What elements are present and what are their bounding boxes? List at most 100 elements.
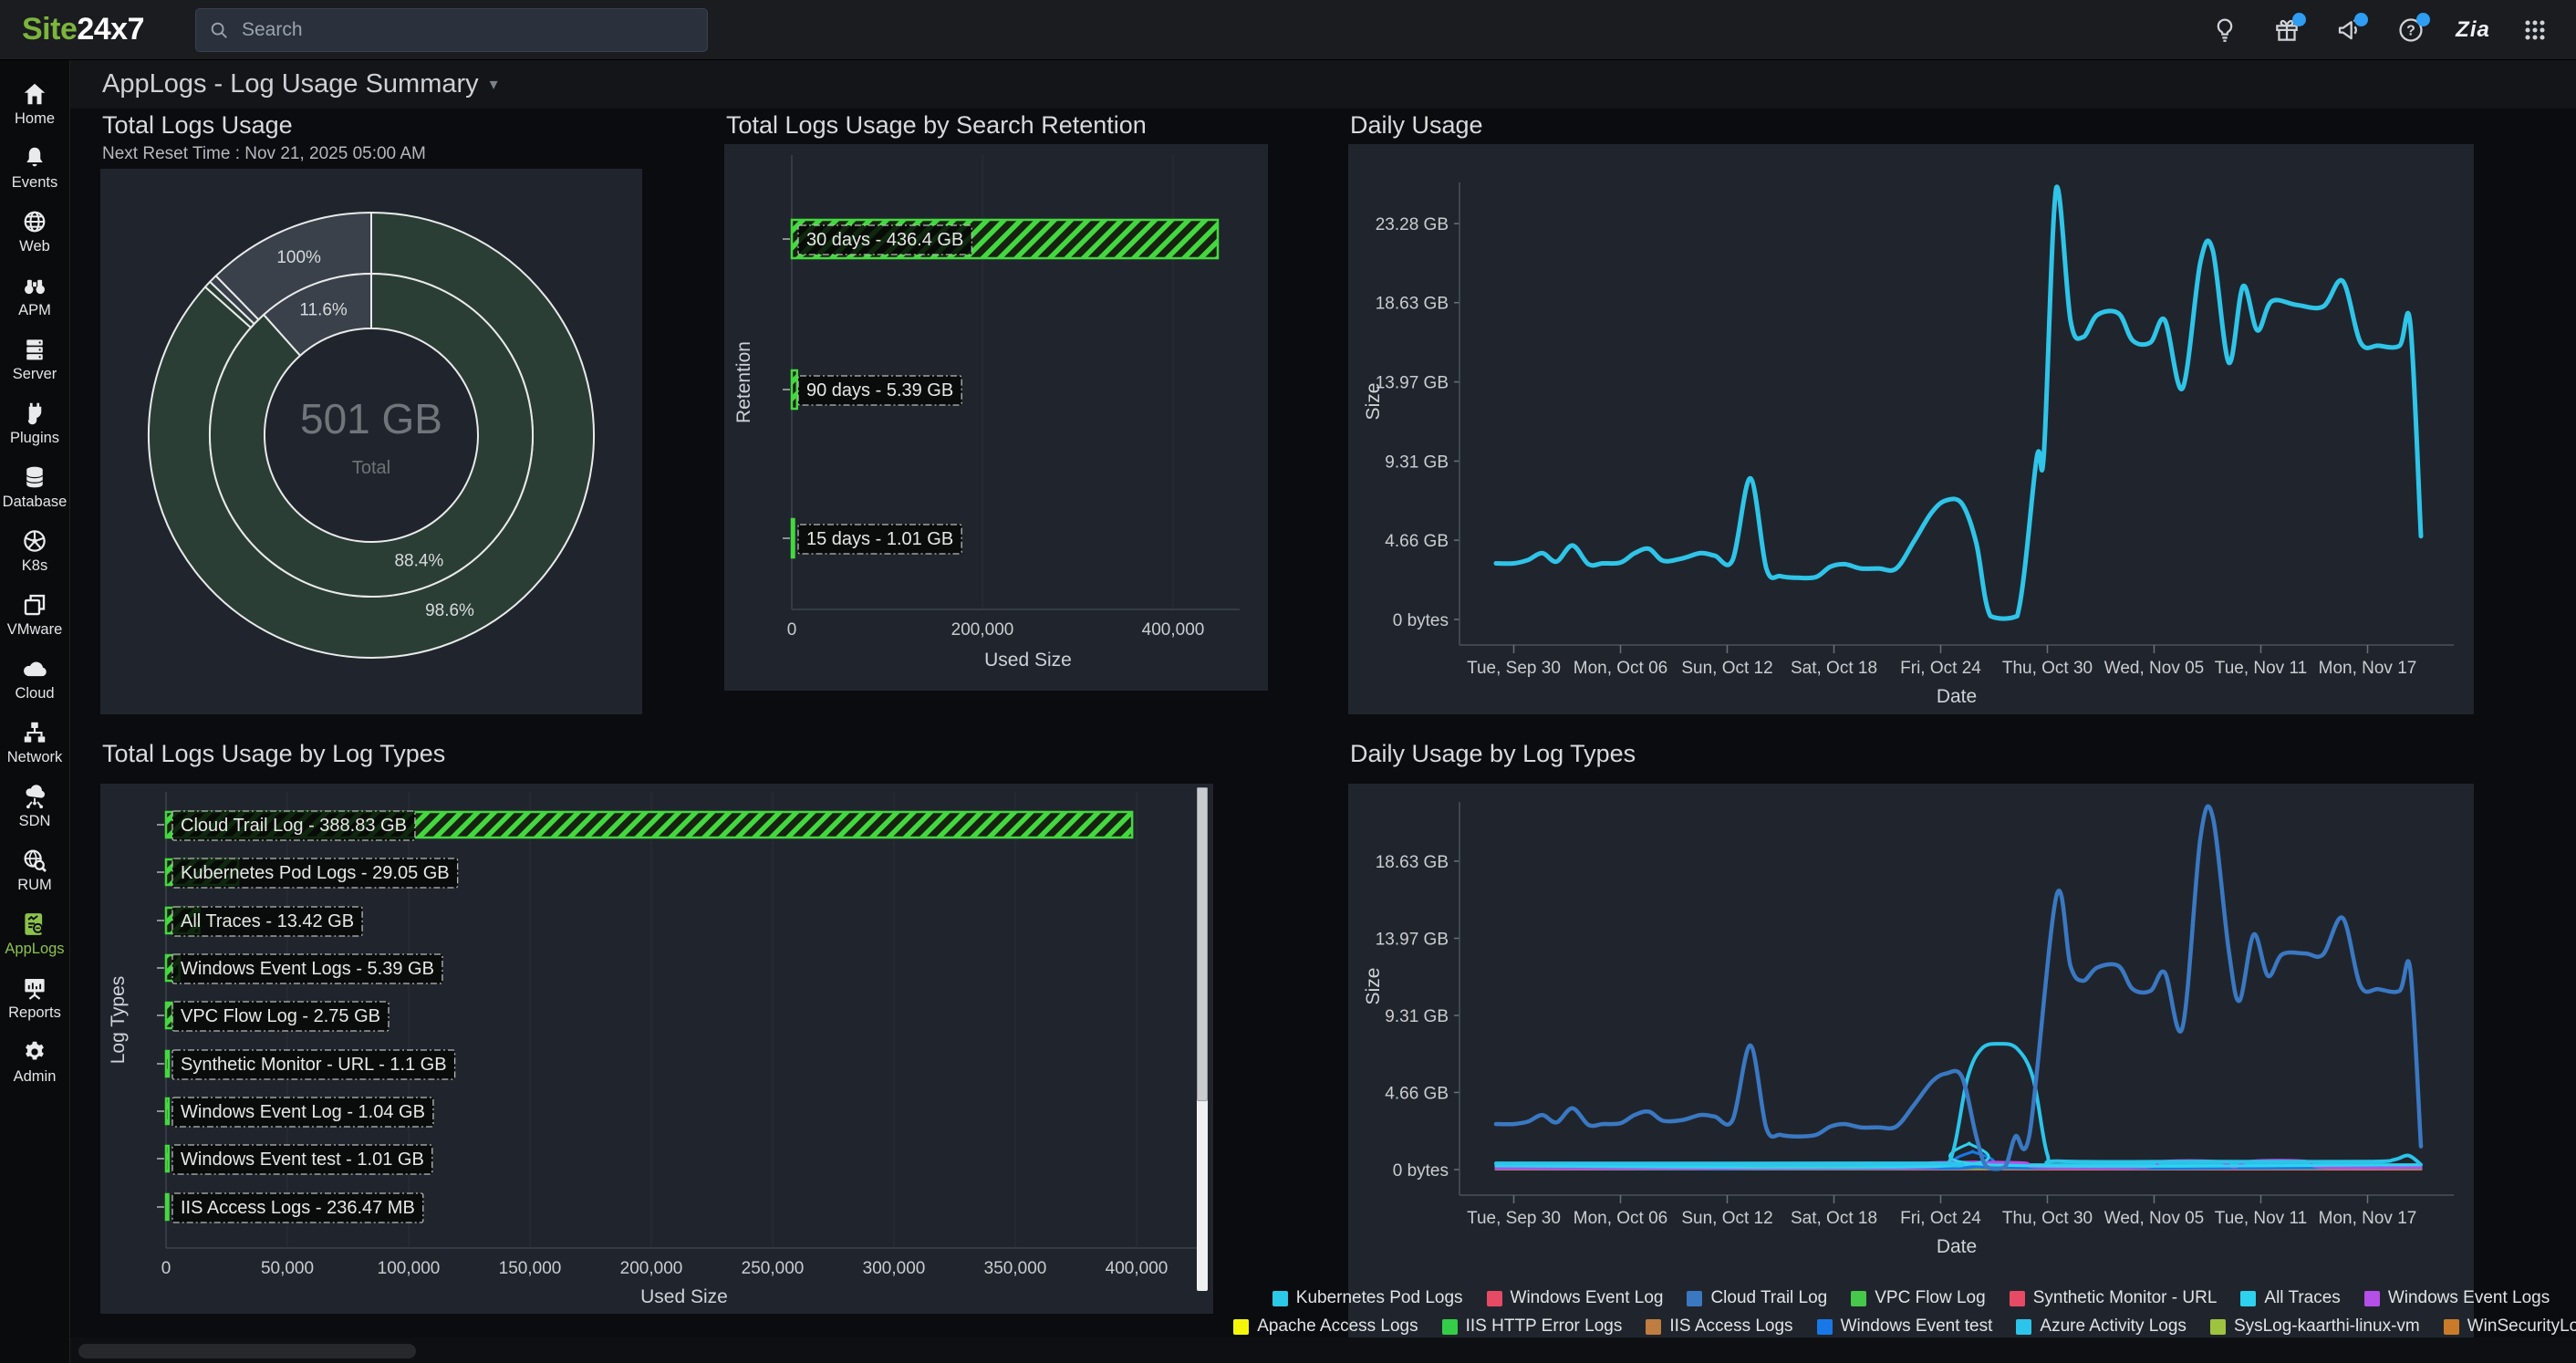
chart-scrollbar-thumb[interactable] <box>1197 787 1208 1101</box>
svg-text:13.97 GB: 13.97 GB <box>1376 374 1449 393</box>
sidebar-item-events[interactable]: Events <box>0 136 69 200</box>
legend-swatch <box>1233 1319 1249 1335</box>
sdn-icon <box>21 783 48 810</box>
plug-icon <box>21 400 48 427</box>
legend-label: VPC Flow Log <box>1875 1288 1985 1308</box>
retention-bar-chart[interactable]: 0200,000400,00030 days - 436.4 GB90 days… <box>724 144 1268 691</box>
legend-item[interactable]: Kubernetes Pod Logs <box>1272 1288 1463 1308</box>
legend-item[interactable]: WinSecurityLog <box>2444 1316 2576 1337</box>
chevron-down-icon[interactable]: ▾ <box>490 75 498 94</box>
page-title[interactable]: AppLogs - Log Usage Summary <box>102 69 479 99</box>
lightbulb-icon[interactable] <box>2207 13 2242 47</box>
legend-label: IIS HTTP Error Logs <box>1466 1316 1623 1337</box>
legend-label: IIS Access Logs <box>1669 1316 1792 1337</box>
sidebar-item-label: APM <box>18 302 51 319</box>
legend-swatch <box>2444 1319 2459 1335</box>
sidebar-item-label: SDN <box>19 813 51 830</box>
legend-item[interactable]: IIS Access Logs <box>1646 1316 1792 1337</box>
svg-text:Mon, Oct 06: Mon, Oct 06 <box>1574 659 1668 678</box>
legend-item[interactable]: SysLog-kaarthi-linux-vm <box>2210 1316 2420 1337</box>
sidebar-item-label: VMware <box>7 621 63 639</box>
sidebar-item-network[interactable]: Network <box>0 711 69 775</box>
sidebar-item-reports[interactable]: Reports <box>0 966 69 1030</box>
legend-label: Windows Event test <box>1841 1316 1993 1337</box>
log-types-chart-box: 050,000100,000150,000200,000250,000300,0… <box>100 784 1213 1314</box>
sidebar-item-home[interactable]: Home <box>0 72 69 136</box>
legend-item[interactable]: VPC Flow Log <box>1851 1288 1985 1308</box>
sidebar-item-sdn[interactable]: SDN <box>0 775 69 838</box>
site24x7-logo[interactable]: Site24x7 <box>22 12 144 47</box>
sidebar-item-label: Network <box>7 749 63 766</box>
sidebar-item-vmware[interactable]: VMware <box>0 583 69 647</box>
daily-by-log-types-line-chart[interactable]: 0 bytes4.66 GB9.31 GB13.97 GB18.63 GBTue… <box>1348 784 2474 1279</box>
page-hscrollbar-thumb[interactable] <box>78 1344 416 1358</box>
legend-item[interactable]: Windows Event Logs <box>2364 1288 2550 1308</box>
donut-chart-box: 98.6%100%88.4%11.6%501 GBTotal <box>100 169 642 714</box>
svg-text:Thu, Oct 30: Thu, Oct 30 <box>2002 1209 2093 1228</box>
sidebar-item-plugins[interactable]: Plugins <box>0 391 69 455</box>
sidebar-item-admin[interactable]: Admin <box>0 1030 69 1094</box>
legend-label: Azure Activity Logs <box>2040 1316 2186 1337</box>
sidebar-item-cloud[interactable]: Cloud <box>0 647 69 711</box>
sidebar-item-applogs[interactable]: AppLogs <box>0 902 69 966</box>
daily-by-log-types-chart-box: 0 bytes4.66 GB9.31 GB13.97 GB18.63 GBTue… <box>1348 784 2474 1343</box>
legend-label: Windows Event Log <box>1511 1288 1664 1308</box>
panel-title: Total Logs Usage by Log Types <box>102 740 445 768</box>
sidebar-item-database[interactable]: Database <box>0 455 69 519</box>
svg-text:200,000: 200,000 <box>620 1259 683 1278</box>
svg-text:Mon, Oct 06: Mon, Oct 06 <box>1574 1209 1668 1228</box>
svg-text:Kubernetes Pod Logs - 29.05 GB: Kubernetes Pod Logs - 29.05 GB <box>181 863 450 883</box>
sidebar-item-label: Admin <box>14 1068 57 1086</box>
search-input[interactable] <box>240 18 694 42</box>
legend-item[interactable]: Apache Access Logs <box>1233 1316 1418 1337</box>
search-icon <box>209 20 229 40</box>
legend-swatch <box>2016 1319 2031 1335</box>
retention-chart-box: 0200,000400,00030 days - 436.4 GB90 days… <box>724 144 1268 691</box>
legend-item[interactable]: Azure Activity Logs <box>2016 1316 2186 1337</box>
sidebar-item-apm[interactable]: APM <box>0 264 69 328</box>
panel-title: Total Logs Usage by Search Retention <box>726 111 1147 140</box>
daily-usage-line-chart[interactable]: 0 bytes4.66 GB9.31 GB13.97 GB18.63 GB23.… <box>1348 144 2474 714</box>
svg-text:88.4%: 88.4% <box>394 551 443 570</box>
sidebar-item-rum[interactable]: RUM <box>0 838 69 902</box>
legend-item[interactable]: IIS HTTP Error Logs <box>1442 1316 1623 1337</box>
database-icon <box>21 463 48 491</box>
svg-text:Retention: Retention <box>733 341 754 423</box>
global-search[interactable] <box>195 8 708 52</box>
svg-text:Sun, Oct 12: Sun, Oct 12 <box>1681 1209 1772 1228</box>
legend-swatch <box>2010 1291 2025 1306</box>
sidebar: HomeEventsWeb APM Server Plugins Database K8s… <box>0 59 70 1363</box>
log-types-bar-chart[interactable]: 050,000100,000150,000200,000250,000300,0… <box>100 784 1213 1314</box>
svg-text:Windows Event Logs - 5.39 GB: Windows Event Logs - 5.39 GB <box>181 959 434 979</box>
zia-icon[interactable]: Zia <box>2456 13 2490 47</box>
sidebar-item-server[interactable]: Server <box>0 328 69 391</box>
legend-item[interactable]: Windows Event Log <box>1487 1288 1664 1308</box>
svg-text:Cloud Trail Log - 388.83 GB: Cloud Trail Log - 388.83 GB <box>181 816 407 836</box>
chart-legend: Kubernetes Pod LogsWindows Event LogClou… <box>1348 1279 2474 1337</box>
legend-label: Cloud Trail Log <box>1710 1288 1827 1308</box>
legend-item[interactable]: Windows Event test <box>1817 1316 1993 1337</box>
svg-text:IIS Access Logs - 236.47 MB: IIS Access Logs - 236.47 MB <box>181 1198 415 1218</box>
page-hscrollbar-track[interactable] <box>69 1337 2576 1363</box>
sidebar-item-label: Server <box>13 366 57 383</box>
sidebar-item-k8s[interactable]: K8s <box>0 519 69 583</box>
svg-text:Wed, Nov 05: Wed, Nov 05 <box>2104 659 2204 678</box>
svg-text:Used Size: Used Size <box>640 1286 728 1307</box>
sidebar-item-label: Database <box>3 494 68 511</box>
legend-item[interactable]: All Traces <box>2240 1288 2340 1308</box>
help-icon[interactable]: ? <box>2394 13 2428 47</box>
megaphone-icon[interactable] <box>2332 13 2366 47</box>
legend-item[interactable]: Cloud Trail Log <box>1687 1288 1827 1308</box>
sidebar-item-web[interactable]: Web <box>0 200 69 264</box>
svg-text:Fri, Oct 24: Fri, Oct 24 <box>1900 659 1981 678</box>
apps-grid-icon[interactable] <box>2518 13 2552 47</box>
globe-icon <box>21 208 48 235</box>
total-logs-usage-donut[interactable]: 98.6%100%88.4%11.6%501 GBTotal <box>100 169 642 714</box>
chart-scrollbar[interactable] <box>1197 787 1208 1291</box>
legend-label: Apache Access Logs <box>1257 1316 1418 1337</box>
svg-text:0 bytes: 0 bytes <box>1393 611 1449 630</box>
legend-item[interactable]: Synthetic Monitor - URL <box>2010 1288 2218 1308</box>
sidebar-item-label: RUM <box>17 877 52 894</box>
next-reset-time: Next Reset Time : Nov 21, 2025 05:00 AM <box>102 144 426 164</box>
gift-icon[interactable] <box>2270 13 2304 47</box>
